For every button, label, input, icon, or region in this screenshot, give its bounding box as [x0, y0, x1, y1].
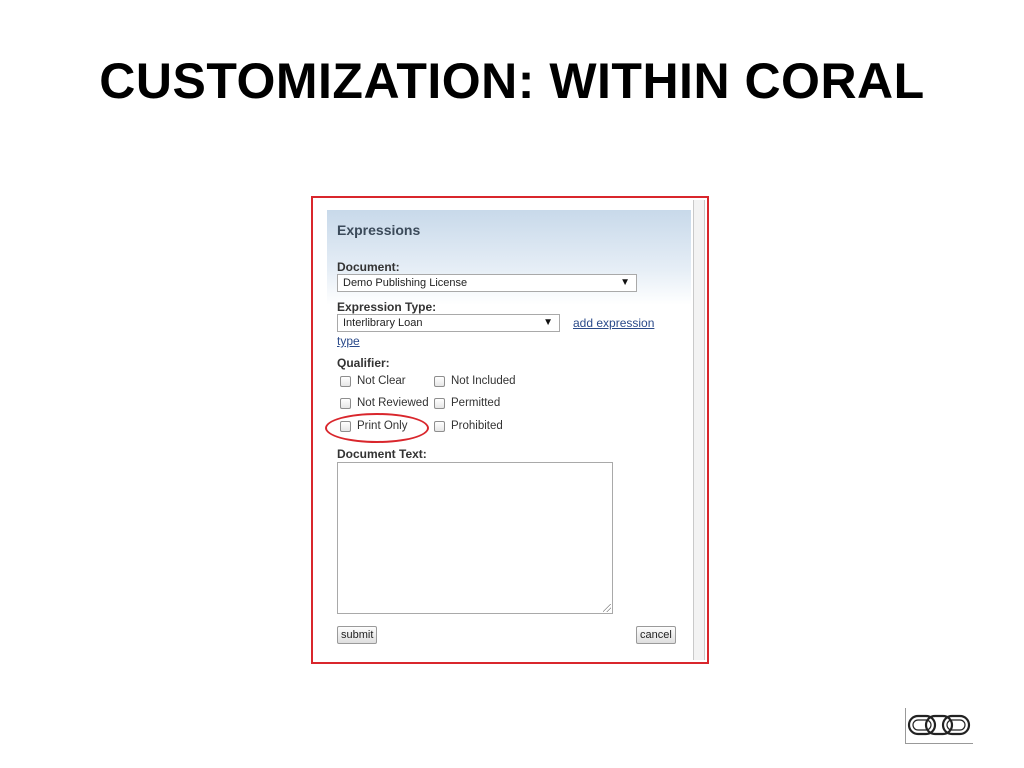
checkbox-label: Prohibited	[451, 420, 503, 432]
checkbox[interactable]	[340, 397, 351, 409]
chain-links-logo-icon	[905, 708, 973, 744]
checkbox-label: Not Reviewed	[357, 397, 429, 409]
document-text-label: Document Text:	[337, 447, 427, 461]
qualifier-prohibited[interactable]: Prohibited	[434, 420, 503, 432]
checkbox-label: Not Included	[451, 375, 516, 387]
document-text-area[interactable]	[337, 462, 613, 614]
expression-type-label: Expression Type:	[337, 300, 437, 314]
expression-type-select[interactable]: Interlibrary Loan ▼	[337, 314, 560, 332]
checkbox[interactable]	[434, 375, 445, 387]
checkbox-label: Permitted	[451, 397, 501, 409]
submit-button[interactable]: submit	[337, 626, 378, 644]
qualifier-label: Qualifier:	[337, 356, 390, 370]
add-expression-type-link-continued[interactable]: type	[337, 334, 360, 348]
cancel-button[interactable]: cancel	[636, 626, 676, 644]
checkbox-label: Not Clear	[357, 375, 406, 387]
qualifier-not-included[interactable]: Not Included	[434, 375, 516, 387]
checkbox[interactable]	[434, 397, 445, 409]
dropdown-arrow-icon: ▼	[543, 317, 553, 328]
dropdown-arrow-icon: ▼	[620, 277, 630, 288]
panel-title: Expressions	[337, 222, 421, 238]
expressions-panel: Expressions Document: Demo Publishing Li…	[325, 210, 691, 658]
chain-links-logo-svg	[907, 714, 971, 736]
qualifier-not-clear[interactable]: Not Clear	[340, 375, 406, 387]
highlight-circle	[325, 413, 429, 443]
slide-title: CUSTOMIZATION: WITHIN CORAL	[99, 53, 925, 109]
resize-grip-icon[interactable]	[603, 604, 611, 612]
checkbox[interactable]	[340, 375, 351, 387]
document-select-value: Demo Publishing License	[343, 277, 468, 289]
expression-type-select-value: Interlibrary Loan	[343, 317, 423, 329]
checkbox[interactable]	[434, 420, 445, 432]
add-expression-type-link[interactable]: add expression	[573, 316, 654, 330]
qualifier-permitted[interactable]: Permitted	[434, 397, 500, 409]
screenshot-frame: Expressions Document: Demo Publishing Li…	[311, 196, 709, 664]
qualifier-not-reviewed[interactable]: Not Reviewed	[340, 397, 429, 409]
window-scrollbar[interactable]	[693, 200, 705, 660]
document-select[interactable]: Demo Publishing License ▼	[337, 274, 637, 292]
document-label: Document:	[337, 260, 400, 274]
